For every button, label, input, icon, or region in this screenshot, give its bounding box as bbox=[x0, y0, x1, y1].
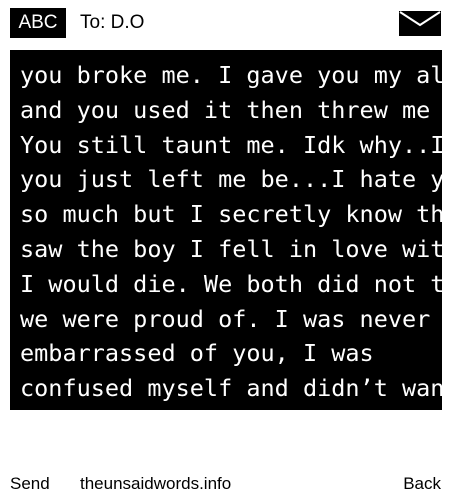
message-body[interactable]: you broke me. I gave you my all and you … bbox=[10, 50, 442, 410]
input-mode-badge[interactable]: ABC bbox=[10, 8, 66, 38]
message-text: you broke me. I gave you my all and you … bbox=[20, 58, 442, 406]
message-line: and you used it then threw me out. bbox=[20, 95, 431, 124]
site-link[interactable]: theunsaidwords.info bbox=[80, 473, 231, 495]
send-button[interactable]: Send bbox=[10, 473, 50, 495]
message-line: we were proud of. I was never bbox=[20, 304, 431, 333]
message-line: saw the boy I fell in love with again bbox=[20, 234, 442, 263]
message-line: You still taunt me. Idk why..I wish bbox=[20, 130, 442, 159]
message-line: I would die. We both did not things bbox=[20, 269, 442, 298]
recipient-label[interactable]: To: D.O bbox=[80, 8, 144, 38]
envelope-icon[interactable] bbox=[399, 11, 441, 36]
back-button[interactable]: Back bbox=[403, 473, 441, 495]
message-header: ABC To: D.O bbox=[0, 0, 450, 46]
envelope-icon-graphic bbox=[399, 11, 441, 36]
message-line: you broke me. I gave you my all bbox=[20, 61, 442, 89]
message-line: you just left me be...I hate you so bbox=[20, 165, 442, 194]
message-line: confused myself and didn’t wanna bbox=[20, 374, 442, 403]
message-line: embarrassed of you, I was bbox=[20, 339, 374, 368]
message-line: so much but I secretly know that If bbox=[20, 200, 442, 229]
